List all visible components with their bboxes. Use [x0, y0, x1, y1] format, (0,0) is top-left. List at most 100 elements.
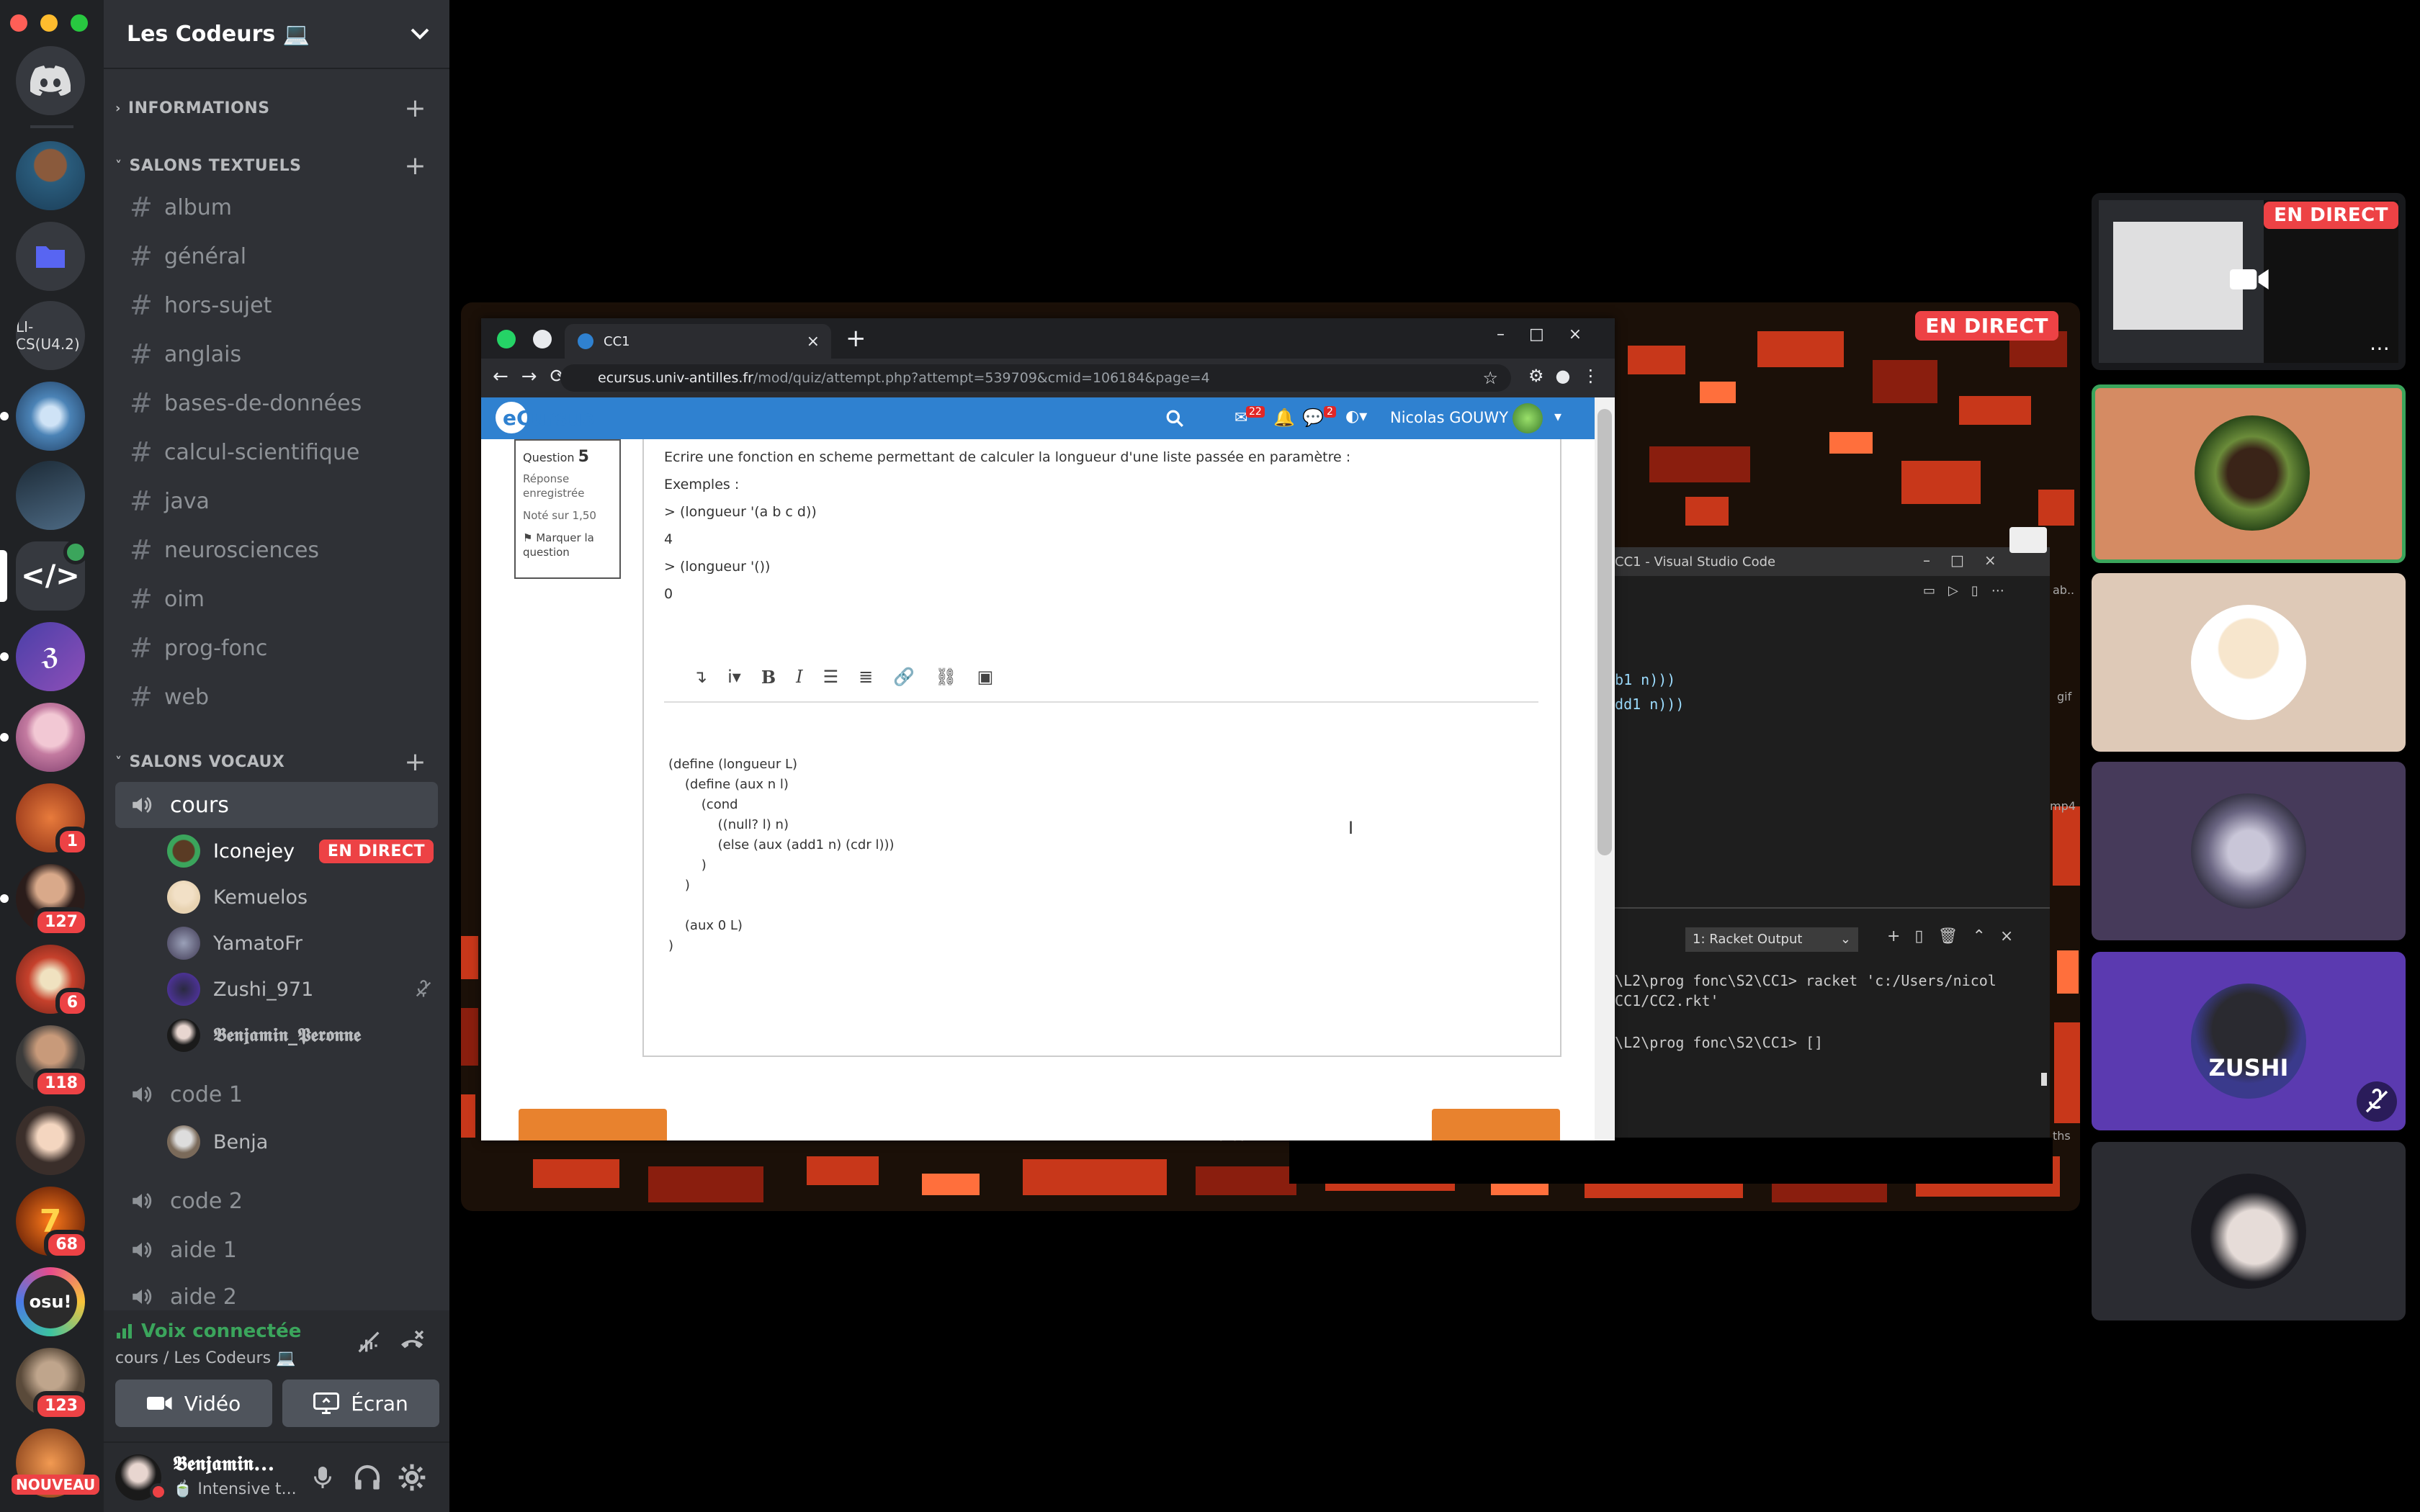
window-controls-icon[interactable]: –□× [1497, 325, 1606, 343]
user-menu[interactable]: Nicolas GOUWY [1390, 409, 1508, 426]
channel-prog-fonc[interactable]: # prog-fonc [115, 625, 438, 671]
channel-anglais[interactable]: # anglais [115, 331, 438, 377]
channel-hors-sujet[interactable]: # hors-sujet [115, 282, 438, 328]
server-anime[interactable] [0, 703, 85, 772]
voice-location[interactable]: cours / Les Codeurs 💻 [115, 1349, 295, 1367]
participant-tile-yamatofr[interactable] [2092, 762, 2406, 940]
tab-cc1[interactable]: CC1 × [565, 324, 831, 359]
participant-tile-iconejey[interactable] [2092, 384, 2406, 563]
participant-tile-zushi[interactable]: ZUSHI [2092, 952, 2406, 1130]
voice-channel-code2[interactable]: code 2 [115, 1178, 438, 1224]
channel-general[interactable]: # général [115, 233, 438, 279]
server-purple[interactable]: ℨ [0, 622, 85, 691]
channel-web[interactable]: # web [115, 674, 438, 720]
server-red[interactable]: 6 [16, 945, 89, 1018]
whatsapp-icon[interactable] [497, 330, 516, 348]
category-salons-vocaux[interactable]: ˅ SALONS VOCAUX + [109, 743, 444, 780]
next-page-button[interactable] [1432, 1109, 1560, 1140]
server-girl[interactable]: 127 [0, 864, 89, 937]
server-laptop[interactable] [16, 461, 85, 530]
browser-window[interactable]: CC1 × + –□× ←→⟳ ecursus.univ-antilles.fr… [481, 318, 1615, 1140]
voice-user-iconejey[interactable]: Iconejey EN DIRECT [167, 829, 441, 873]
previous-page-button[interactable] [519, 1109, 667, 1140]
server-avatar-1[interactable] [16, 141, 85, 210]
channel-java[interactable]: # java [115, 478, 438, 524]
add-channel-icon[interactable]: + [404, 747, 426, 777]
server-osu[interactable]: osu! [16, 1267, 85, 1336]
minimize-window-button[interactable] [40, 14, 58, 32]
server-new[interactable]: NOUVEAU [12, 1428, 100, 1498]
unlink-icon[interactable]: ⛓ [935, 667, 956, 687]
channel-oim[interactable]: # oim [115, 576, 438, 622]
participant-tile-kemuelos[interactable] [2092, 573, 2406, 752]
vscode-window[interactable]: CC1 - Visual Studio Code –□× ▭▷▯⋯ ub1 n)… [1604, 547, 2050, 1179]
bold-icon[interactable]: B [761, 667, 776, 688]
voice-user-benjamin[interactable]: 𝕭𝖊𝖓𝖏𝖆𝖒𝖎𝖓_𝕻𝖊𝖗𝖔𝖓𝖓𝖊 [167, 1014, 441, 1057]
voice-channel-cours[interactable]: cours [115, 782, 438, 828]
gear-icon[interactable] [398, 1463, 426, 1492]
category-informations[interactable]: › INFORMATIONS + [109, 89, 444, 127]
editor-actions-icon[interactable]: ▭▷▯⋯ [1923, 583, 2017, 598]
page-scrollbar[interactable] [1595, 397, 1615, 1140]
participant-tile-benjamin[interactable] [2092, 1142, 2406, 1320]
guild-header[interactable]: Les Codeurs 💻 [104, 0, 449, 69]
url-field[interactable]: ecursus.univ-antilles.fr/mod/quiz/attemp… [560, 364, 1511, 392]
voice-user-benja[interactable]: Benja [167, 1120, 441, 1164]
answer-editor[interactable]: (define (longueur L) (define (aux n l) (… [664, 703, 1538, 1043]
panel-actions-icon[interactable]: +▯🗑⌃× [1887, 927, 2027, 945]
channel-album[interactable]: # album [115, 184, 438, 230]
server-globe[interactable] [0, 382, 85, 451]
screen-share-button[interactable]: Écran [282, 1380, 439, 1427]
info-icon[interactable]: i▾ [727, 667, 741, 687]
voice-channel-aide2[interactable]: aide 2 [115, 1276, 438, 1310]
ecursus-logo[interactable]: eCursus [503, 406, 594, 430]
bullet-list-icon[interactable]: ☰ [823, 667, 839, 687]
channel-neurosciences[interactable]: # neurosciences [115, 527, 438, 573]
server-codeurs-selected[interactable]: </> [0, 540, 88, 611]
image-icon[interactable]: ▣ [977, 667, 994, 687]
voice-user-yamatofr[interactable]: YamatoFr [167, 922, 441, 965]
noise-suppression-icon[interactable] [354, 1328, 383, 1356]
disconnect-icon[interactable] [398, 1328, 426, 1356]
stream-view[interactable]: EN DIRECT CC1 - Visual Studio Code –□× ▭… [461, 302, 2080, 1211]
server-folder[interactable] [16, 222, 85, 291]
video-button[interactable]: Vidéo [115, 1380, 272, 1427]
github-icon[interactable] [533, 330, 552, 348]
maximize-window-button[interactable] [71, 14, 88, 32]
window-controls-icon[interactable]: –□× [1923, 552, 2017, 569]
extension-icons[interactable]: ⚙●⋮ [1528, 366, 1610, 386]
server-portrait[interactable]: 123 [16, 1348, 89, 1421]
stream-preview-tile[interactable]: EN DIRECT ⋯ [2092, 193, 2406, 370]
server-seven[interactable]: 7 68 [16, 1187, 89, 1260]
link-icon[interactable]: 🔗 [893, 667, 915, 687]
voice-channel-aide1[interactable]: aide 1 [115, 1227, 438, 1273]
headphones-icon[interactable] [353, 1463, 382, 1492]
chat-icon[interactable]: 💬 [1302, 408, 1324, 428]
bell-icon[interactable]: 🔔 [1273, 408, 1295, 428]
italic-icon[interactable]: I [796, 667, 802, 687]
add-channel-icon[interactable]: + [404, 151, 426, 181]
discord-home-button[interactable] [16, 46, 85, 115]
numbered-list-icon[interactable]: ≣ [859, 667, 873, 687]
chevron-down-icon[interactable]: ▾ [1554, 408, 1561, 425]
server-man[interactable]: 118 [16, 1025, 89, 1099]
server-anime2[interactable] [16, 1106, 85, 1175]
voice-user-kemuelos[interactable]: Kemuelos [167, 876, 441, 919]
close-window-button[interactable] [10, 14, 27, 32]
server-croquis[interactable]: 1 [16, 783, 89, 857]
voice-channel-code1[interactable]: code 1 [115, 1071, 438, 1117]
avatar[interactable] [1512, 403, 1543, 433]
server-li-cs[interactable]: LI-CS(U4.2) [16, 301, 85, 370]
chevron-down-icon[interactable] [411, 28, 429, 40]
collapse-icon[interactable]: ↴ [693, 667, 707, 687]
more-options-icon[interactable]: ⋯ [2370, 336, 2390, 360]
new-tab-button[interactable]: + [846, 324, 866, 353]
search-icon[interactable] [1165, 409, 1184, 428]
desktop-icon[interactable] [2009, 527, 2047, 553]
channel-bases-de-donnees[interactable]: # bases-de-données [115, 380, 438, 426]
panel-dropdown[interactable]: 1: Racket Output ⌄ [1685, 927, 1858, 952]
status-icon[interactable]: ◐▾ [1345, 408, 1367, 426]
channel-calcul-scientifique[interactable]: # calcul-scientifique [115, 429, 438, 475]
microphone-icon[interactable] [310, 1463, 336, 1492]
flag-question-link[interactable]: ⚑ Marquer la question [523, 531, 612, 559]
